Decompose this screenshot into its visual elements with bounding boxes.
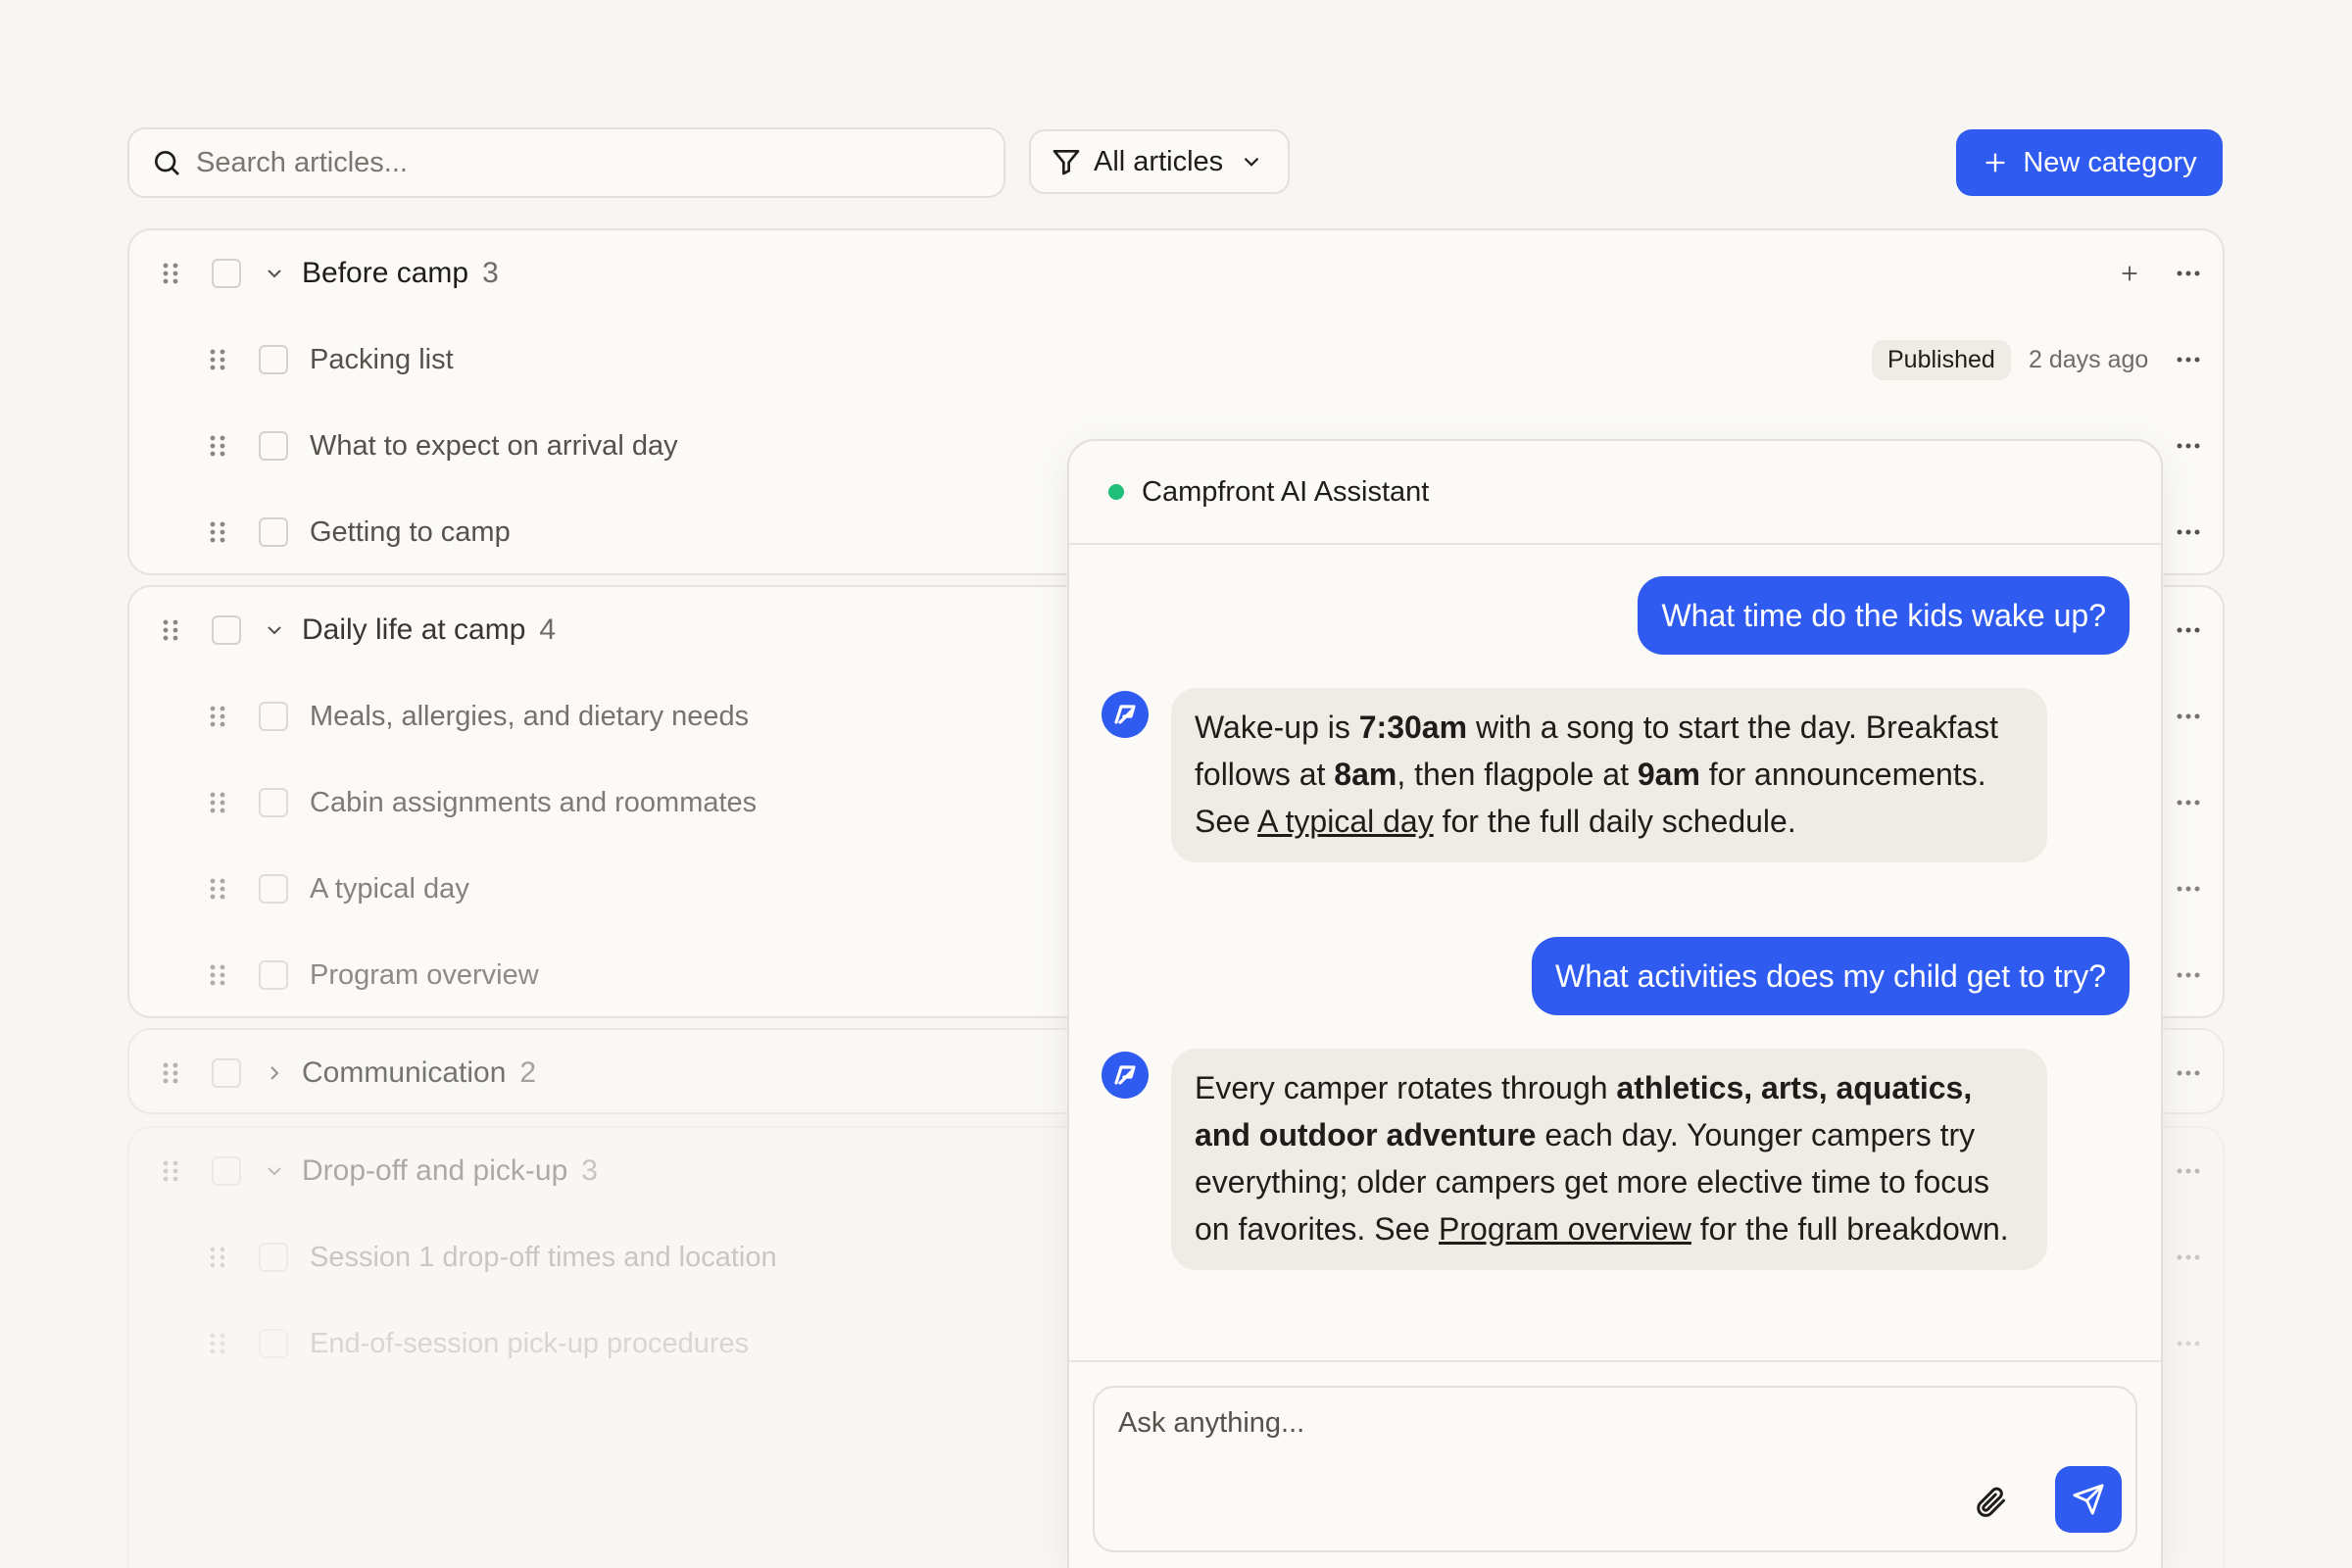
drag-handle-icon[interactable] [208, 877, 227, 901]
article-checkbox[interactable] [259, 702, 288, 731]
more-options-icon[interactable] [2176, 1339, 2201, 1348]
article-title[interactable]: Cabin assignments and roommates [310, 787, 757, 819]
new-category-button[interactable]: New category [1956, 129, 2223, 196]
article-title[interactable]: Meals, allergies, and dietary needs [310, 701, 749, 733]
drag-handle-icon[interactable] [208, 1332, 227, 1355]
send-button[interactable] [2055, 1466, 2122, 1533]
category-checkbox[interactable] [212, 615, 241, 645]
chevron-right-icon[interactable] [263, 1061, 286, 1085]
category-header: Before camp 3 [129, 244, 2223, 303]
user-message: What time do the kids wake up? [1638, 576, 2130, 655]
more-options-icon[interactable] [2176, 269, 2201, 278]
updated-date: 2 days ago [2029, 345, 2149, 373]
search-input[interactable] [196, 146, 960, 179]
article-row[interactable]: Packing list Published 2 days ago [129, 330, 2223, 389]
assistant-avatar-icon [1102, 691, 1149, 738]
search-box[interactable] [127, 127, 1005, 198]
drag-handle-icon[interactable] [161, 262, 180, 285]
more-options-icon[interactable] [2176, 1166, 2201, 1176]
assistant-avatar-icon [1102, 1052, 1149, 1099]
category-checkbox[interactable] [212, 259, 241, 288]
new-category-label: New category [2023, 146, 2197, 178]
online-status-dot [1108, 484, 1124, 500]
article-checkbox[interactable] [259, 1329, 288, 1358]
drag-handle-icon[interactable] [161, 618, 180, 642]
more-options-icon[interactable] [2176, 884, 2201, 894]
status-badge: Published [1872, 339, 2011, 380]
more-options-icon[interactable] [2176, 355, 2201, 365]
filter-dropdown[interactable]: All articles [1029, 129, 1290, 194]
category-title: Before camp 3 [302, 257, 499, 289]
article-title[interactable]: Session 1 drop-off times and location [310, 1242, 777, 1274]
user-message: What activities does my child get to try… [1532, 937, 2130, 1015]
assistant-message: Every camper rotates through athletics, … [1171, 1049, 2047, 1270]
category-count: 3 [482, 257, 499, 289]
drag-handle-icon[interactable] [161, 1159, 180, 1183]
article-title[interactable]: End-of-session pick-up procedures [310, 1328, 749, 1360]
category-count: 4 [539, 613, 557, 646]
article-link[interactable]: A typical day [1257, 804, 1434, 839]
category-title: Daily life at camp 4 [302, 613, 557, 646]
article-checkbox[interactable] [259, 1243, 288, 1272]
category-count: 3 [581, 1154, 598, 1187]
article-checkbox[interactable] [259, 431, 288, 461]
assistant-message: Wake-up is 7:30am with a song to start t… [1171, 688, 2047, 862]
more-options-icon[interactable] [2176, 1252, 2201, 1262]
toolbar: All articles New category [127, 127, 2223, 198]
drag-handle-icon[interactable] [208, 705, 227, 728]
article-link[interactable]: Program overview [1439, 1211, 1691, 1247]
category-count: 2 [519, 1056, 537, 1089]
article-title[interactable]: A typical day [310, 873, 469, 906]
more-options-icon[interactable] [2176, 527, 2201, 537]
chevron-down-icon[interactable] [263, 618, 286, 642]
search-icon [155, 151, 179, 175]
chat-input[interactable] [1118, 1407, 2000, 1466]
drag-handle-icon[interactable] [161, 1061, 180, 1085]
more-options-icon[interactable] [2176, 625, 2201, 635]
category-checkbox[interactable] [212, 1058, 241, 1088]
drag-handle-icon[interactable] [208, 348, 227, 371]
filter-icon [1053, 150, 1080, 175]
category-title: Communication 2 [302, 1056, 537, 1089]
more-options-icon[interactable] [2176, 970, 2201, 980]
category-checkbox[interactable] [212, 1156, 241, 1186]
more-options-icon[interactable] [2176, 441, 2201, 451]
drag-handle-icon[interactable] [208, 1246, 227, 1269]
drag-handle-icon[interactable] [208, 963, 227, 987]
article-title[interactable]: Program overview [310, 959, 539, 992]
chevron-down-icon[interactable] [263, 262, 286, 285]
article-checkbox[interactable] [259, 960, 288, 990]
drag-handle-icon[interactable] [208, 791, 227, 814]
chevron-down-icon [1244, 157, 1259, 167]
article-checkbox[interactable] [259, 517, 288, 547]
chat-composer [1093, 1386, 2137, 1552]
category-title: Drop-off and pick-up 3 [302, 1154, 598, 1187]
more-options-icon[interactable] [2176, 1068, 2201, 1078]
drag-handle-icon[interactable] [208, 434, 227, 458]
article-checkbox[interactable] [259, 345, 288, 374]
plus-icon [1986, 153, 2005, 172]
article-checkbox[interactable] [259, 788, 288, 817]
chevron-down-icon[interactable] [263, 1159, 286, 1183]
more-options-icon[interactable] [2176, 798, 2201, 808]
filter-label: All articles [1094, 145, 1224, 177]
chat-header: Campfront AI Assistant [1069, 441, 2161, 545]
divider [1069, 1360, 2161, 1362]
send-icon [2073, 1484, 2104, 1515]
more-options-icon[interactable] [2176, 711, 2201, 721]
article-title[interactable]: What to expect on arrival day [310, 430, 678, 463]
chat-title: Campfront AI Assistant [1142, 475, 1430, 508]
drag-handle-icon[interactable] [208, 520, 227, 544]
add-article-icon[interactable] [2119, 263, 2140, 284]
article-title[interactable]: Packing list [310, 344, 454, 376]
ai-assistant-panel: Campfront AI Assistant What time do the … [1067, 439, 2163, 1568]
article-title[interactable]: Getting to camp [310, 516, 511, 549]
paperclip-icon[interactable] [1973, 1484, 2008, 1519]
article-checkbox[interactable] [259, 874, 288, 904]
